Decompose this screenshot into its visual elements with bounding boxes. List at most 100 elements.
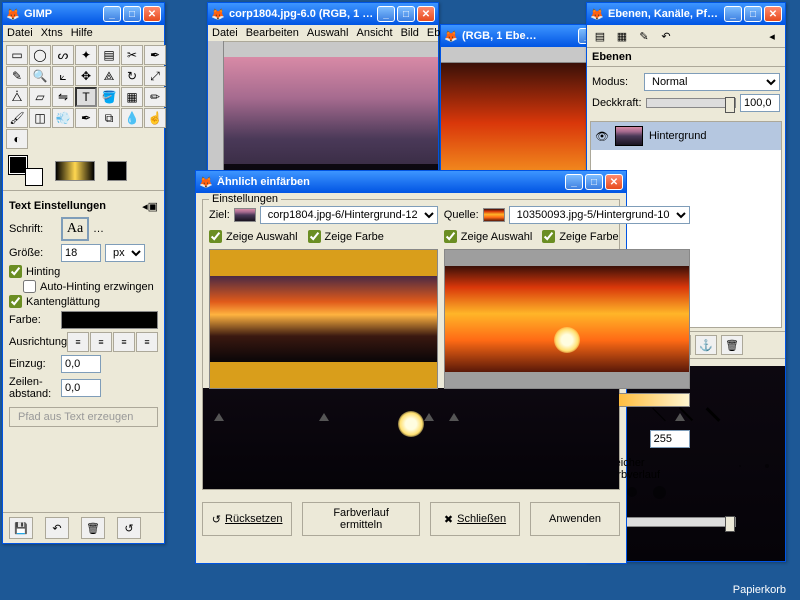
dodge-tool[interactable]: ◐: [6, 129, 28, 149]
airbrush-tool[interactable]: 💨: [52, 108, 74, 128]
tab-menu-icon[interactable]: ◂: [763, 28, 781, 44]
recycle-bin-label[interactable]: Papierkorb: [733, 584, 786, 596]
rect-select-tool[interactable]: ▭: [6, 45, 28, 65]
layer-row[interactable]: 👁 Hintergrund: [591, 122, 781, 150]
delete-options-button[interactable]: 🗑: [81, 517, 105, 539]
blend-tool[interactable]: ▦: [121, 87, 143, 107]
rotate-tool[interactable]: ↻: [121, 66, 143, 86]
indent-input[interactable]: [61, 355, 101, 373]
antialias-checkbox[interactable]: [9, 295, 22, 308]
brush-swatch[interactable]: [107, 161, 127, 181]
menu-xtns[interactable]: Xtns: [41, 27, 63, 39]
layers-titlebar[interactable]: 🦊 Ebenen, Kanäle, Pfade… _□✕: [587, 3, 785, 25]
font-button[interactable]: Aa: [61, 217, 89, 241]
maximize-button[interactable]: □: [397, 6, 415, 22]
save-options-button[interactable]: 💾: [9, 517, 33, 539]
eraser-tool[interactable]: ◫: [29, 108, 51, 128]
close-button[interactable]: ✕: [605, 174, 623, 190]
target-select[interactable]: corp1804.jpg-6/Hintergrund-12: [260, 206, 438, 224]
zv2-input[interactable]: [650, 430, 690, 448]
color-picker-tool[interactable]: ✎: [6, 66, 28, 86]
target-show-color-checkbox[interactable]: [308, 230, 321, 243]
menu-hilfe[interactable]: Hilfe: [71, 27, 93, 39]
layers-tab-icon[interactable]: ▤: [591, 28, 609, 44]
justify-left-button[interactable]: ≡: [67, 332, 89, 352]
fuzzy-select-tool[interactable]: ✦: [75, 45, 97, 65]
text-tool[interactable]: T: [75, 87, 97, 107]
linespace-input[interactable]: [61, 379, 101, 397]
opacity-input[interactable]: [740, 94, 780, 112]
crop-tool[interactable]: ⟁: [98, 66, 120, 86]
close-button[interactable]: ✕: [417, 6, 435, 22]
scissors-tool[interactable]: ✂: [121, 45, 143, 65]
target-slider[interactable]: [444, 413, 690, 421]
source-show-color-checkbox[interactable]: [542, 230, 555, 243]
move-tool[interactable]: ✥: [75, 66, 97, 86]
target-preview[interactable]: [209, 249, 438, 389]
bucket-tool[interactable]: 🪣: [98, 87, 120, 107]
smudge-tool[interactable]: ☝: [144, 108, 166, 128]
source-preview[interactable]: [444, 249, 690, 389]
flip-tool[interactable]: ⇋: [52, 87, 74, 107]
options-menu-icon[interactable]: ◂▣: [142, 200, 158, 213]
minimize-button[interactable]: _: [724, 6, 742, 22]
color-select-tool[interactable]: ▤: [98, 45, 120, 65]
target-show-sel-checkbox[interactable]: [209, 230, 222, 243]
font-selector-button[interactable]: …: [93, 223, 104, 235]
justify-center-button[interactable]: ≡: [113, 332, 135, 352]
source-select[interactable]: 10350093.jpg-5/Hintergrund-10: [509, 206, 690, 224]
delete-layer-button[interactable]: 🗑: [721, 335, 743, 355]
toolbox-titlebar[interactable]: 🦊 GIMP _ □ ✕: [3, 3, 164, 25]
layer-thumbnail[interactable]: [615, 126, 643, 146]
menu-datei[interactable]: Datei: [7, 27, 33, 39]
horizontal-ruler[interactable]: [208, 42, 438, 58]
ellipse-select-tool[interactable]: ◯: [29, 45, 51, 65]
size-unit-select[interactable]: px: [105, 244, 145, 262]
minimize-button[interactable]: _: [103, 6, 121, 22]
maximize-button[interactable]: □: [585, 174, 603, 190]
menu-bearbeiten[interactable]: Bearbeiten: [246, 27, 299, 39]
justify-fill-button[interactable]: ≡: [136, 332, 158, 352]
close-button[interactable]: ✕: [143, 6, 161, 22]
clone-tool[interactable]: ⧉: [98, 108, 120, 128]
restore-options-button[interactable]: ↶: [45, 517, 69, 539]
magnify-tool[interactable]: 🔍: [29, 66, 51, 86]
menu-bild[interactable]: Bild: [401, 27, 419, 39]
fg-bg-swatch[interactable]: [9, 156, 43, 186]
apply-button[interactable]: Anwenden: [530, 502, 620, 536]
close-button[interactable]: ✕: [764, 6, 782, 22]
maximize-button[interactable]: □: [123, 6, 141, 22]
autohint-checkbox[interactable]: [23, 280, 36, 293]
reset-options-button[interactable]: ↺: [117, 517, 141, 539]
scale-tool[interactable]: ⤢: [144, 66, 166, 86]
reset-button[interactable]: ↺ Rücksetzen: [202, 502, 292, 536]
pencil-tool[interactable]: ✏: [144, 87, 166, 107]
layer-eye-icon[interactable]: 👁: [595, 130, 609, 143]
layer-name[interactable]: Hintergrund: [649, 130, 706, 142]
color-swatch-button[interactable]: [61, 311, 158, 329]
measure-tool[interactable]: ⟀: [52, 66, 74, 86]
mode-select[interactable]: Normal: [644, 73, 780, 91]
menu-datei[interactable]: Datei: [212, 27, 238, 39]
get-gradient-button[interactable]: Farbverlauf ermitteln: [302, 502, 420, 536]
blur-tool[interactable]: 💧: [121, 108, 143, 128]
dialog-titlebar[interactable]: 🦊 Ähnlich einfärben _□✕: [196, 171, 626, 193]
gradient-swatch[interactable]: [55, 161, 95, 181]
channels-tab-icon[interactable]: ▦: [613, 28, 631, 44]
minimize-button[interactable]: _: [377, 6, 395, 22]
anchor-layer-button[interactable]: ⚓: [695, 335, 717, 355]
lasso-tool[interactable]: ᔕ: [52, 45, 74, 65]
minimize-button[interactable]: _: [565, 174, 583, 190]
paintbrush-tool[interactable]: 🖌: [6, 108, 28, 128]
img1-titlebar[interactable]: 🦊 corp1804.jpg-6.0 (RGB, 1 Eben… _□✕: [208, 3, 438, 25]
paths-tool[interactable]: ✒: [144, 45, 166, 65]
hinting-checkbox[interactable]: [9, 265, 22, 278]
ink-tool[interactable]: ✒: [75, 108, 97, 128]
spacing-slider[interactable]: [622, 517, 736, 527]
menu-auswahl[interactable]: Auswahl: [307, 27, 349, 39]
shear-tool[interactable]: ⧊: [6, 87, 28, 107]
source-show-sel-checkbox[interactable]: [444, 230, 457, 243]
opacity-slider[interactable]: [646, 98, 736, 108]
perspective-tool[interactable]: ▱: [29, 87, 51, 107]
size-input[interactable]: [61, 244, 101, 262]
